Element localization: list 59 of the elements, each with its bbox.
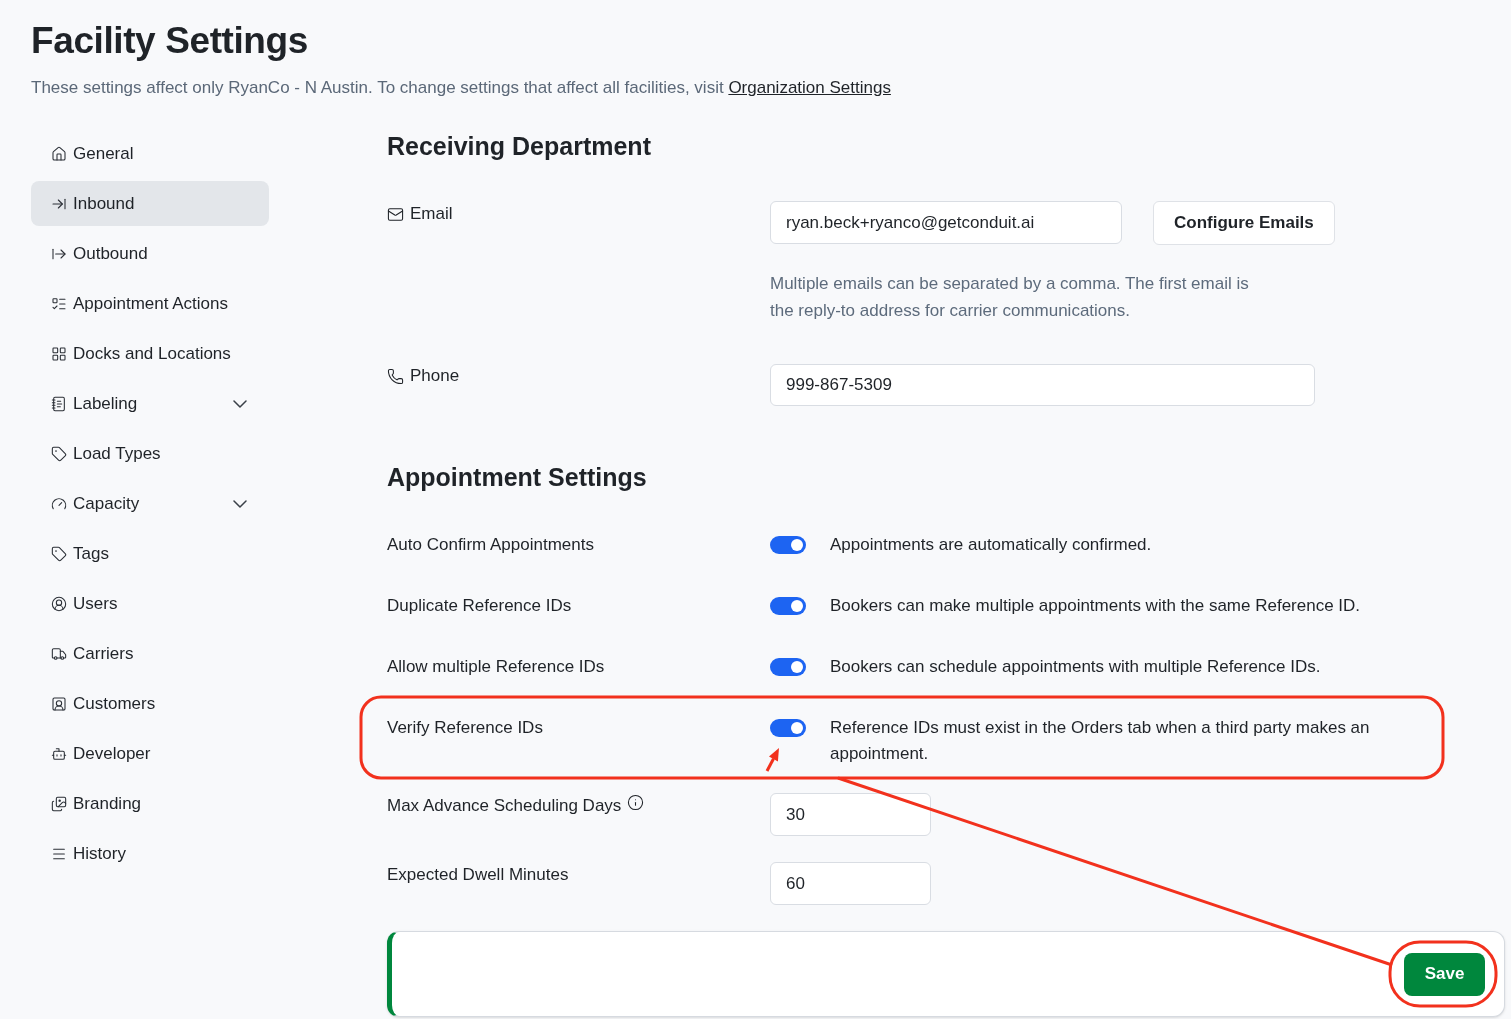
setting-label: Allow multiple Reference IDs: [387, 656, 605, 678]
toggle-switch[interactable]: [770, 719, 806, 737]
toggle-switch[interactable]: [770, 658, 806, 676]
gauge-icon: [51, 495, 67, 512]
sidebar-item[interactable]: Customers: [31, 681, 269, 726]
setting-label: Duplicate Reference IDs: [387, 595, 572, 617]
sidebar-item[interactable]: Carriers: [31, 631, 269, 676]
sidebar-item[interactable]: Docks and Locations: [31, 331, 269, 376]
phone-field[interactable]: 999-867-5309: [770, 364, 1315, 406]
sidebar-item[interactable]: Tags: [31, 531, 269, 576]
pointer-arrow: [765, 748, 779, 772]
notebook-icon: [51, 395, 67, 412]
page-subtitle: These settings affect only RyanCo - N Austin. To change settings that affect all facilities, visit Organization Settings: [31, 77, 891, 99]
setting-label: Auto Confirm Appointments: [387, 534, 594, 556]
number-field[interactable]: 30: [770, 793, 931, 836]
grid-icon: [51, 345, 67, 362]
sidebar-item[interactable]: Outbound: [31, 231, 269, 276]
number-field[interactable]: 60: [770, 862, 931, 905]
setting-label: Expected Dwell Minutes: [387, 864, 569, 886]
save-button[interactable]: Save: [1404, 952, 1485, 996]
sidebar-item[interactable]: Inbound: [31, 181, 269, 226]
section-heading: Receiving Department: [387, 131, 651, 161]
sidebar-item[interactable]: Developer: [31, 731, 269, 776]
sidebar-item[interactable]: History: [31, 831, 269, 876]
field-label: Email: [410, 203, 453, 225]
user-square-icon: [51, 695, 67, 712]
setting-description: Appointments are automatically confirmed.: [830, 534, 1153, 556]
sidebar-item[interactable]: Load Types: [31, 431, 269, 476]
tag-icon: [51, 445, 67, 462]
sidebar-item[interactable]: General: [31, 131, 269, 176]
setting-description: Reference IDs must exist in the Orders tab when a third party makes an appointment.: [830, 717, 1371, 765]
sidebar-item[interactable]: Labeling: [31, 381, 269, 426]
toggle-switch[interactable]: [770, 536, 806, 554]
robot-icon: [51, 745, 67, 762]
sidebar-item[interactable]: Capacity: [31, 481, 269, 526]
toggle-switch[interactable]: [770, 597, 806, 615]
truck-icon: [51, 645, 67, 662]
help-text: Multiple emails can be separated by a comma. The first email is the reply-to address for carrier communications.: [770, 273, 1250, 322]
setting-description: Bookers can make multiple appointments with the same Reference ID.: [830, 595, 1362, 617]
sidebar-item[interactable]: Appointment Actions: [31, 281, 269, 326]
email-field[interactable]: ryan.beck+ryanco@getconduit.ai: [770, 201, 1122, 244]
info-icon[interactable]: [627, 794, 645, 811]
setting-description: Bookers can schedule appointments with multiple Reference IDs.: [830, 656, 1322, 678]
house-icon: [51, 145, 67, 162]
sidebar-item[interactable]: Users: [31, 581, 269, 626]
tag-icon: [51, 545, 67, 562]
organization-settings-link[interactable]: Organization Settings: [728, 78, 891, 97]
setting-label: Max Advance Scheduling Days: [387, 795, 622, 817]
sidebar-item[interactable]: Branding: [31, 781, 269, 826]
user-circle-icon: [51, 595, 67, 612]
field-label: Phone: [410, 365, 460, 387]
images-icon: [51, 795, 67, 812]
section-heading: Appointment Settings: [387, 462, 647, 492]
page-title: Facility Settings: [31, 19, 308, 63]
mail-icon: [387, 205, 404, 223]
checklist-icon: [51, 295, 67, 312]
phone-icon: [387, 367, 404, 385]
configure-emails-button[interactable]: Configure Emails: [1153, 201, 1335, 245]
setting-label: Verify Reference IDs: [387, 717, 543, 739]
